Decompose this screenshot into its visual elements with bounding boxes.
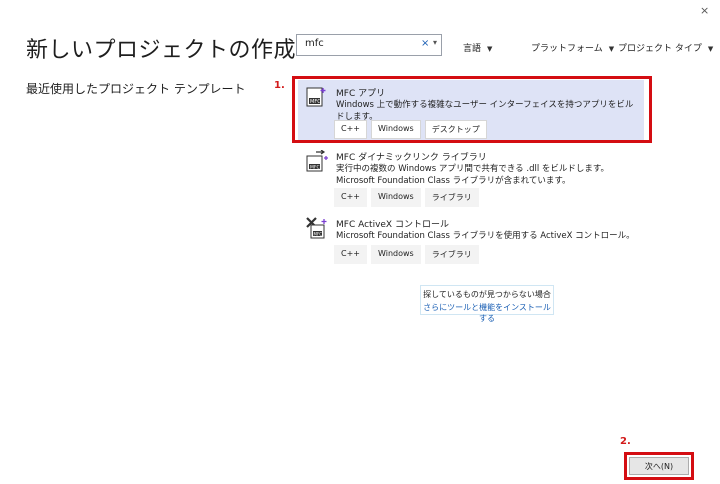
svg-text:MFC: MFC [310, 165, 320, 171]
tag-library: ライブラリ [424, 188, 479, 207]
recent-templates-label: 最近使用したプロジェクト テンプレート [26, 82, 246, 96]
clear-icon[interactable]: × [421, 38, 429, 49]
language-filter[interactable]: 言語 ▼ [463, 41, 492, 54]
tag-library: ライブラリ [424, 245, 479, 264]
step-2-marker: 2. [620, 436, 631, 447]
not-found-panel: 探しているものが見つからない場合 さらにツールと機能をインストールする [420, 285, 554, 323]
tag-cpp: C++ [334, 245, 367, 264]
template-description: Microsoft Foundation Class ライブラリを使用する Ac… [336, 231, 635, 241]
template-name: MFC ダイナミックリンク ライブラリ [336, 153, 487, 163]
template-tags: C++ Windows ライブラリ [334, 188, 479, 207]
page-title: 新しいプロジェクトの作成 [26, 38, 297, 63]
template-tags: C++ Windows ライブラリ [334, 245, 479, 264]
search-input[interactable] [305, 38, 405, 49]
mfc-dll-icon: MFC [306, 150, 328, 172]
platform-filter[interactable]: プラットフォーム ▼ [531, 41, 614, 54]
not-found-text: 探しているものが見つからない場合 [423, 290, 551, 299]
search-box[interactable]: × ▾ [296, 34, 442, 56]
tag-cpp: C++ [334, 188, 367, 207]
platform-filter-label: プラットフォーム [531, 44, 603, 54]
template-mfc-activex[interactable]: MFC MFC ActiveX コントロール Microsoft Foundat… [298, 211, 644, 264]
close-icon[interactable]: × [700, 4, 709, 17]
chevron-down-icon[interactable]: ▾ [433, 38, 437, 47]
tag-windows: Windows [371, 245, 421, 264]
template-mfc-dll[interactable]: MFC MFC ダイナミックリンク ライブラリ 実行中の複数の Windows … [298, 144, 644, 207]
chevron-down-icon: ▼ [707, 45, 714, 53]
project-type-filter-label: プロジェクト タイプ [618, 44, 702, 54]
template-description: 実行中の複数の Windows アプリ間で共有できる .dll をビルドします。… [336, 163, 636, 187]
chevron-down-icon: ▼ [487, 45, 493, 53]
template-name: MFC ActiveX コントロール [336, 220, 449, 230]
step-1-marker: 1. [274, 80, 285, 91]
highlight-box-step-1 [292, 76, 652, 143]
project-type-filter[interactable]: プロジェクト タイプ ▼ [618, 41, 713, 54]
tag-windows: Windows [371, 188, 421, 207]
language-filter-label: 言語 [463, 44, 482, 54]
svg-text:MFC: MFC [314, 232, 323, 237]
mfc-activex-icon: MFC [306, 217, 327, 239]
template-description-line: 実行中の複数の Windows アプリ間で共有できる .dll をビルドします。 [336, 164, 610, 174]
template-description-line: Microsoft Foundation Class ライブラリが含まれています… [336, 176, 571, 186]
highlight-box-step-2 [624, 452, 694, 480]
install-more-tools-link[interactable]: さらにツールと機能をインストールする [421, 302, 553, 324]
chevron-down-icon: ▼ [608, 45, 615, 53]
